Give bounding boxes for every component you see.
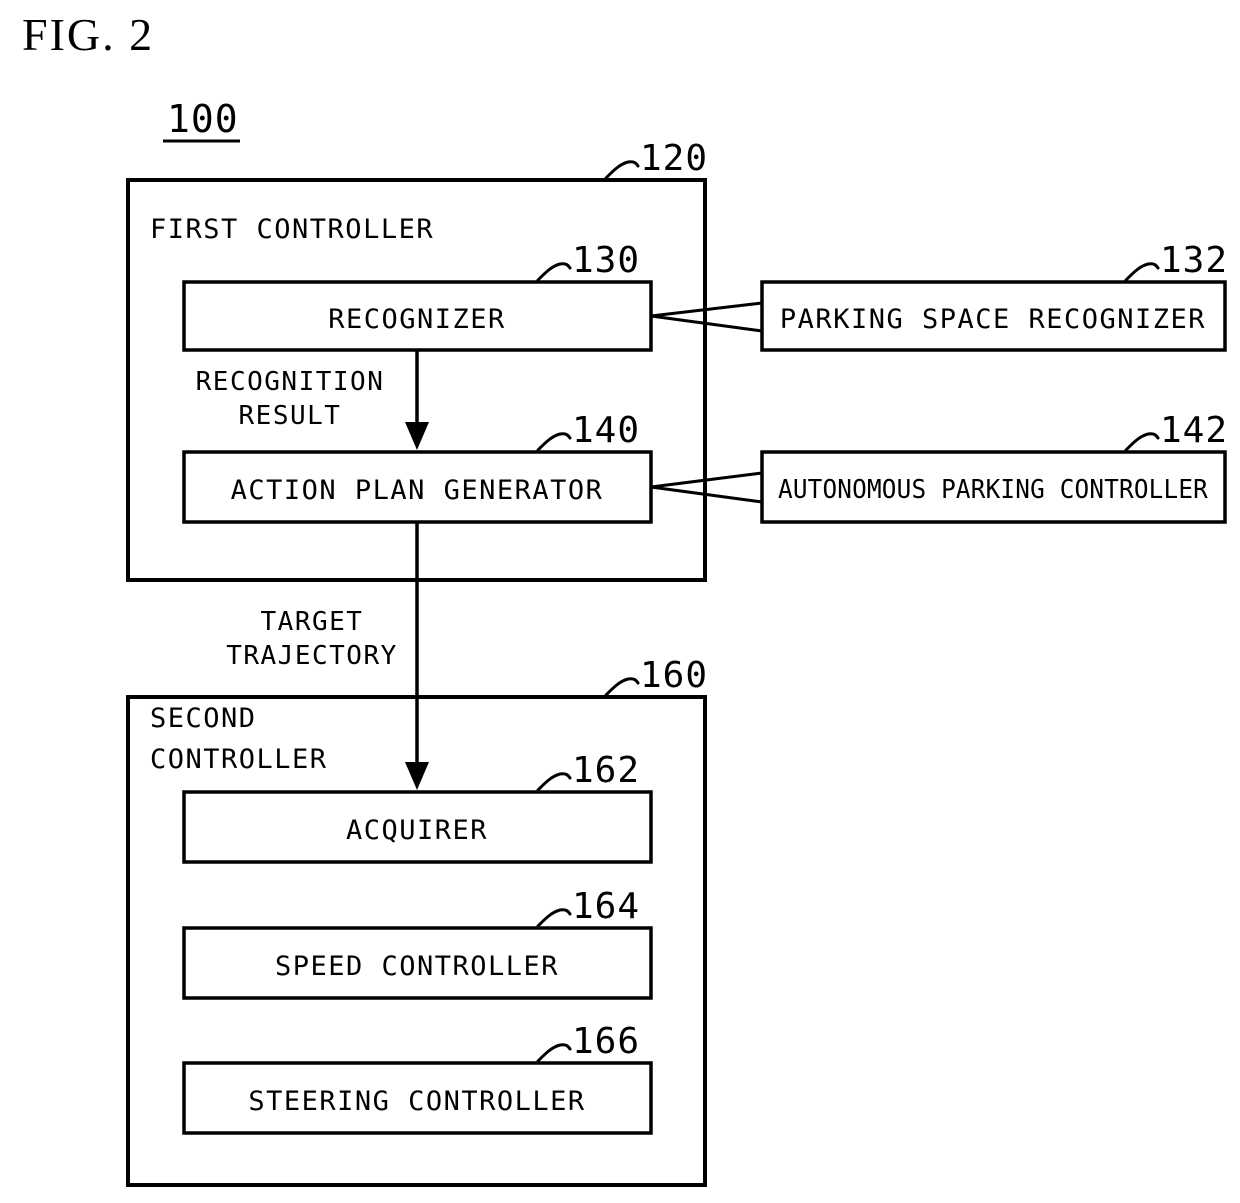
action-plan-generator-ref-group: 140 (536, 410, 640, 452)
first-controller-label: FIRST CONTROLLER (150, 214, 434, 245)
acquirer-ref: 162 (572, 750, 640, 791)
target-trajectory-label-line2: TRAJECTORY (226, 641, 398, 671)
recognizer-ref-group: 130 (536, 240, 640, 282)
target-trajectory-label-line1: TARGET (261, 607, 364, 637)
action-plan-generator-ref: 140 (572, 410, 640, 451)
block-diagram-canvas: 100 FIRST CONTROLLER 120 RECOGNIZER 130 … (126, 97, 1228, 1187)
speed-controller-leader (536, 908, 572, 928)
second-controller-leader (604, 677, 640, 697)
acquirer-ref-group: 162 (536, 750, 640, 792)
system-ref-group: 100 (163, 97, 240, 143)
speed-controller-label: SPEED CONTROLLER (275, 951, 559, 982)
first-controller-ref: 120 (640, 138, 708, 179)
steering-controller-label: STEERING CONTROLLER (248, 1086, 585, 1117)
autonomous-parking-controller-leader (1124, 432, 1160, 452)
second-controller-ref: 160 (640, 655, 708, 696)
autonomous-parking-controller-label: AUTONOMOUS PARKING CONTROLLER (778, 475, 1208, 505)
parking-space-recognizer-ref: 132 (1160, 240, 1228, 281)
parking-space-recognizer-ref-group: 132 (1124, 240, 1228, 282)
recognizer-ref: 130 (572, 240, 640, 281)
recognizer-label: RECOGNIZER (328, 304, 506, 335)
patent-figure: FIG. 2 100 FIRST CONTROLLER 120 RECOGNIZ… (0, 0, 1240, 1203)
first-controller-ref-group: 120 (604, 138, 708, 180)
second-controller-label-line2: CONTROLLER (150, 744, 328, 775)
recognizer-leader (536, 262, 572, 282)
acquirer-leader (536, 772, 572, 792)
first-controller-leader (604, 160, 640, 180)
recognition-result-flow: RECOGNITION RESULT (196, 350, 429, 450)
recognition-result-label-line1: RECOGNITION (196, 367, 385, 397)
parking-space-recognizer-leader (1124, 262, 1160, 282)
steering-controller-ref: 166 (572, 1021, 640, 1062)
recognition-result-label-line2: RESULT (239, 401, 342, 431)
action-plan-generator-label: ACTION PLAN GENERATOR (231, 475, 604, 506)
action-plan-generator-leader (536, 432, 572, 452)
second-controller-label-line1: SECOND (150, 703, 257, 734)
autonomous-parking-controller-ref: 142 (1160, 410, 1228, 451)
speed-controller-ref-group: 164 (536, 886, 640, 928)
system-ref-label: 100 (167, 97, 239, 141)
acquirer-label: ACQUIRER (346, 815, 488, 846)
steering-controller-ref-group: 166 (536, 1021, 640, 1063)
parking-space-recognizer-label: PARKING SPACE RECOGNIZER (780, 304, 1206, 335)
target-trajectory-arrowhead (405, 762, 429, 790)
second-controller-ref-group: 160 (604, 655, 708, 697)
speed-controller-ref: 164 (572, 886, 640, 927)
recognition-result-arrowhead (405, 422, 429, 450)
steering-controller-leader (536, 1043, 572, 1063)
autonomous-parking-controller-ref-group: 142 (1124, 410, 1228, 452)
